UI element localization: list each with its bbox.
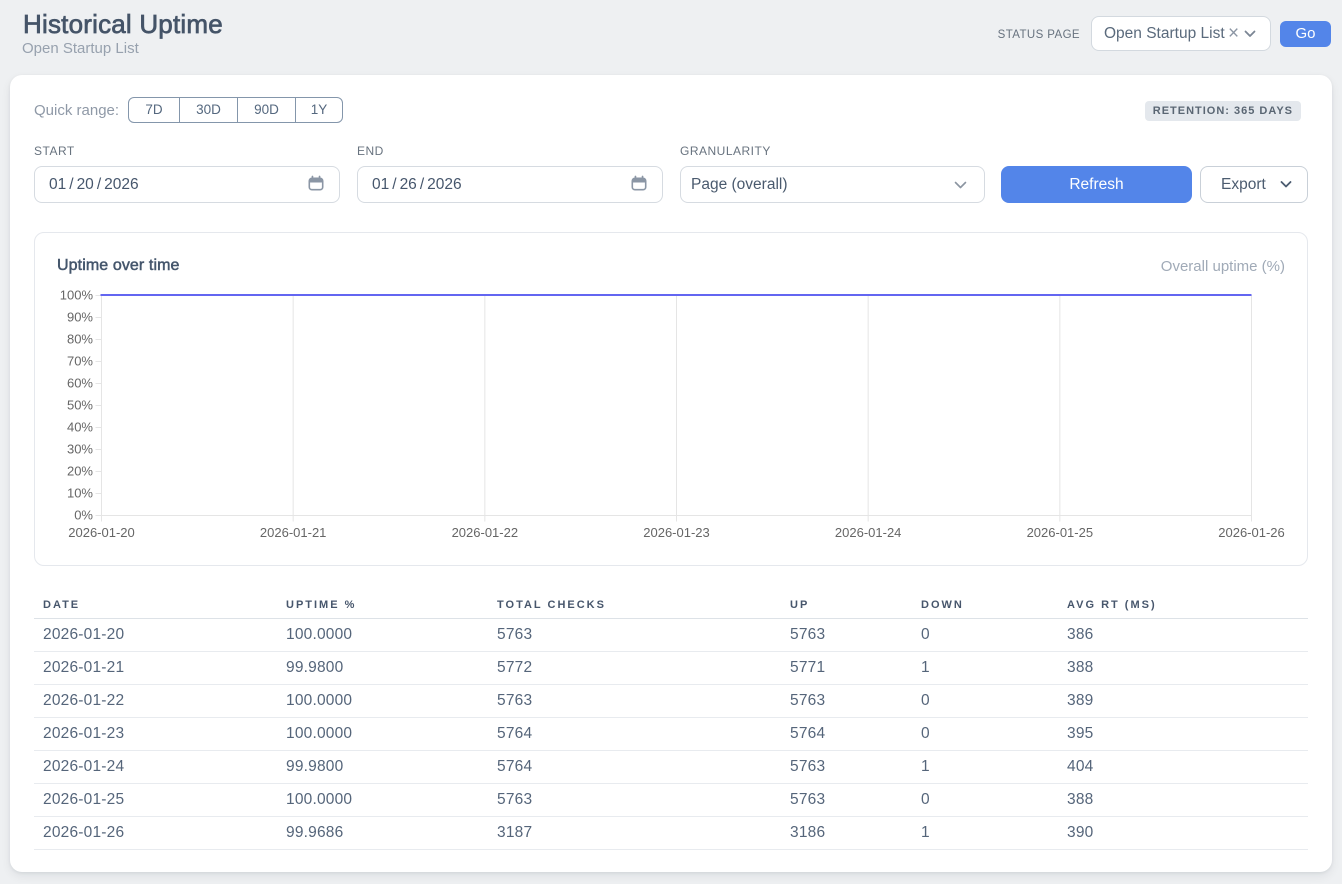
svg-text:10%: 10% — [67, 486, 93, 501]
svg-text:90%: 90% — [67, 310, 93, 325]
svg-text:2026-01-20: 2026-01-20 — [68, 525, 135, 540]
svg-text:2026-01-23: 2026-01-23 — [643, 525, 710, 540]
svg-text:2026-01-26: 2026-01-26 — [1218, 525, 1285, 540]
svg-text:60%: 60% — [67, 376, 93, 391]
svg-text:80%: 80% — [67, 332, 93, 347]
svg-text:40%: 40% — [67, 420, 93, 435]
svg-text:2026-01-25: 2026-01-25 — [1027, 525, 1094, 540]
svg-text:20%: 20% — [67, 464, 93, 479]
svg-text:30%: 30% — [67, 442, 93, 457]
svg-text:2026-01-24: 2026-01-24 — [835, 525, 902, 540]
svg-text:50%: 50% — [67, 398, 93, 413]
svg-text:2026-01-21: 2026-01-21 — [260, 525, 327, 540]
svg-text:2026-01-22: 2026-01-22 — [452, 525, 519, 540]
svg-text:0%: 0% — [74, 508, 93, 523]
svg-text:100%: 100% — [60, 288, 94, 303]
svg-text:70%: 70% — [67, 354, 93, 369]
